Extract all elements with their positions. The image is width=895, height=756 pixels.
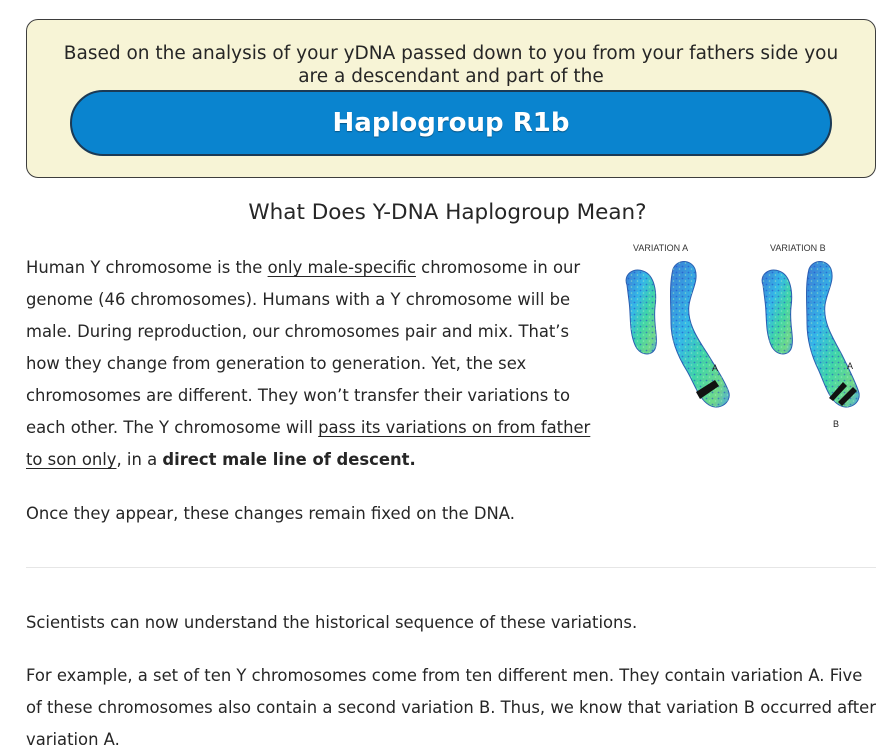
section-heading: What Does Y-DNA Haplogroup Mean?	[248, 200, 647, 225]
intro-paragraph: Human Y chromosome is the only male-spec…	[26, 252, 601, 476]
banner-text: Based on the analysis of your yDNA passe…	[63, 43, 839, 87]
example-paragraph: For example, a set of ten Y chromosomes …	[26, 666, 876, 749]
haplogroup-button[interactable]: Haplogroup R1b	[70, 90, 832, 156]
chromosome-variation-a: A	[625, 261, 730, 408]
male-specific-link[interactable]: only male-specific	[268, 258, 416, 277]
variation-b-marker-b: B	[833, 419, 839, 429]
variation-b-label: VARIATION B	[770, 243, 826, 253]
scientists-paragraph: Scientists can now understand the histor…	[26, 613, 638, 632]
variation-a-marker: A	[712, 363, 718, 373]
section-divider	[26, 567, 876, 568]
intro-text-1: Human Y chromosome is the	[26, 258, 268, 277]
intro-text-3: , in a	[116, 450, 163, 469]
variation-a-label: VARIATION A	[633, 243, 688, 253]
fixed-changes-paragraph: Once they appear, these changes remain f…	[26, 504, 515, 523]
intro-text-2: chromosome in our genome (46 chromosomes…	[26, 258, 581, 437]
chromosome-variation-illustration: VARIATION A VARIATION B A A B	[625, 243, 860, 429]
result-banner: Based on the analysis of your yDNA passe…	[26, 19, 876, 178]
intro-bold-text: direct male line of descent.	[162, 450, 416, 469]
variation-b-marker-a: A	[847, 361, 853, 371]
chromosome-variation-b: A B	[761, 261, 860, 429]
